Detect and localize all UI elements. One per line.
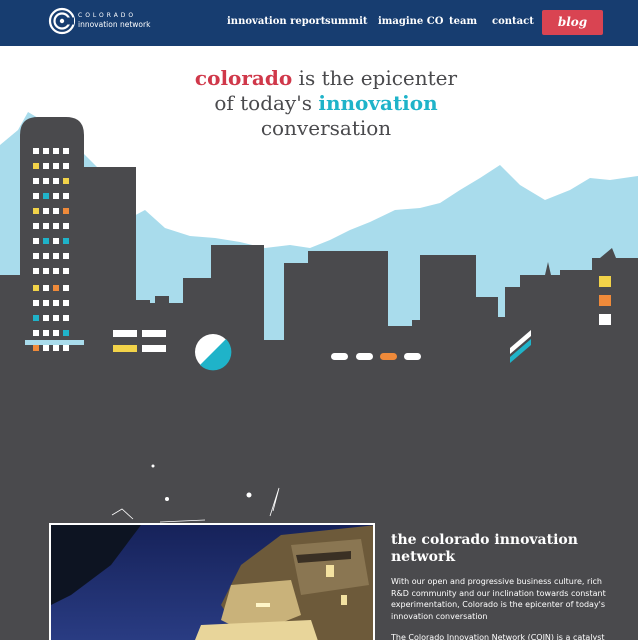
headline-innovation: innovation bbox=[318, 91, 438, 115]
nav-summit[interactable]: summit bbox=[325, 16, 367, 27]
headline-colorado: colorado bbox=[194, 66, 293, 90]
headline-line3: conversation bbox=[260, 116, 392, 140]
site-header: COLORADO innovation network innovation r… bbox=[0, 0, 638, 46]
about-title: the colorado innovation network bbox=[391, 532, 578, 565]
featured-photo bbox=[49, 523, 375, 640]
nav-contact[interactable]: contact bbox=[492, 16, 534, 27]
nav-imagine-co[interactable]: imagine CO bbox=[378, 16, 443, 27]
about-paragraph: With our open and progressive business c… bbox=[391, 577, 606, 621]
headline-line1-rest: is the epicenter bbox=[292, 66, 458, 90]
city-skyline-illustration bbox=[0, 112, 638, 400]
logo-wordmark-bottom: innovation network bbox=[78, 20, 151, 29]
logo[interactable]: COLORADO innovation network bbox=[48, 7, 151, 37]
coin-logo-icon bbox=[48, 7, 76, 35]
logo-wordmark-top: COLORADO bbox=[78, 12, 137, 19]
headline-line2-lead: of today's bbox=[214, 91, 319, 115]
nav-innovation-report[interactable]: innovation report bbox=[227, 16, 325, 27]
blog-button[interactable]: blog bbox=[542, 10, 603, 35]
about-paragraph-2: The Colorado Innovation Network (COIN) i… bbox=[391, 633, 605, 640]
nav-team[interactable]: team bbox=[449, 16, 477, 27]
hero-headline: colorado is the epicenter of today's inn… bbox=[0, 66, 638, 141]
